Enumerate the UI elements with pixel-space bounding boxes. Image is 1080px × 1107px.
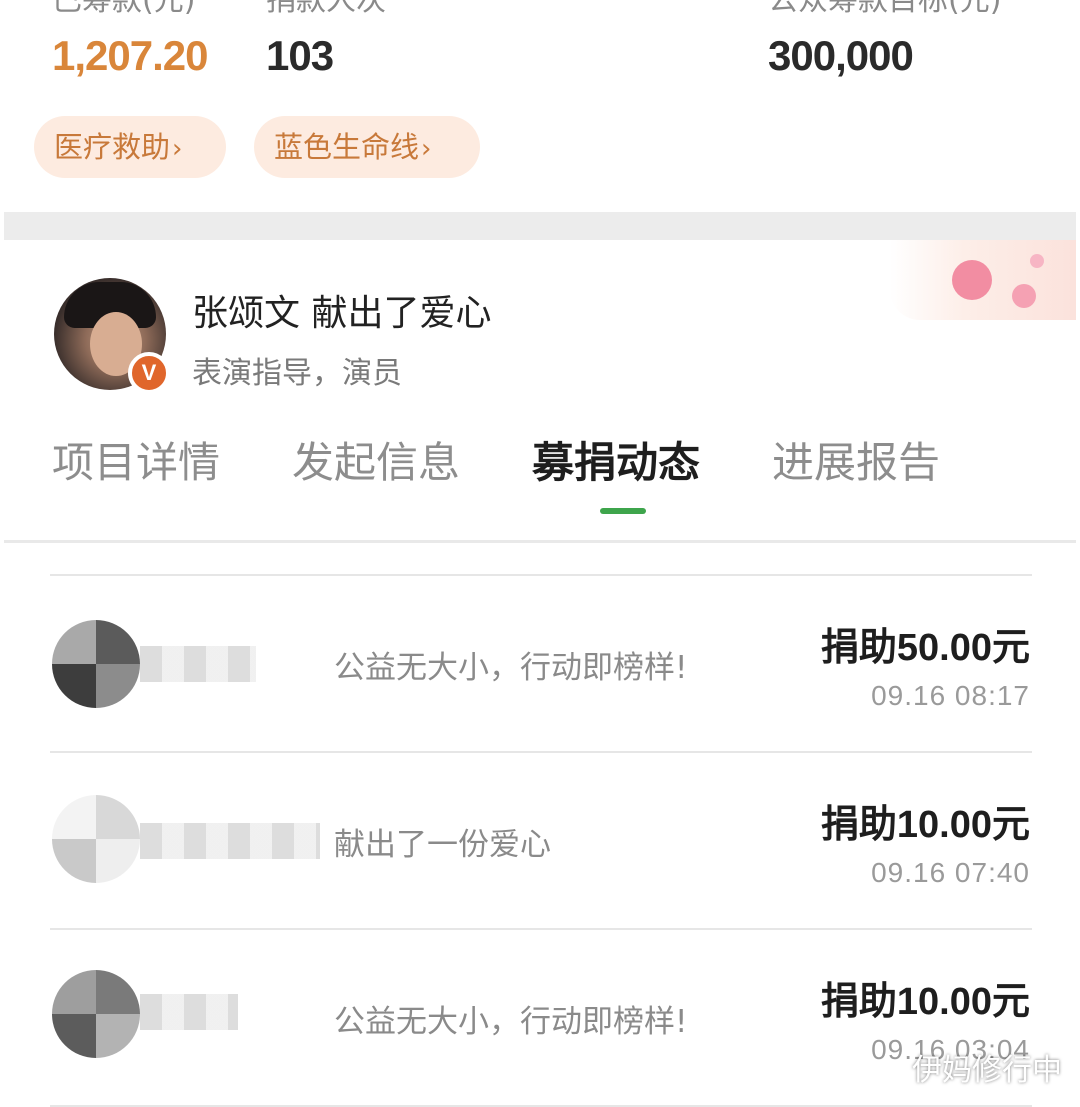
tab-initiator-info[interactable]: 发起信息 xyxy=(292,436,460,490)
donation-amount: 捐助10.00元 xyxy=(820,979,1030,1023)
tag-medical-aid[interactable]: 医疗救助› xyxy=(34,116,226,178)
tab-bar: 项目详情 发起信息 募捐动态 进展报告 xyxy=(0,436,1080,546)
verified-badge-icon: V xyxy=(128,352,170,394)
tag-blue-lifeline[interactable]: 蓝色生命线› xyxy=(254,116,480,178)
tab-project-details[interactable]: 项目详情 xyxy=(52,436,220,490)
hearts-decoration xyxy=(890,240,1076,320)
heart-icon xyxy=(952,260,992,300)
donor-name-blurred xyxy=(140,994,238,1030)
donor-name-blurred xyxy=(140,823,320,859)
chevron-right-icon: › xyxy=(421,134,432,164)
watermark: 伊妈修行中 xyxy=(912,1053,1062,1088)
donor-avatar xyxy=(52,970,140,1058)
donation-message: 公益无大小，行动即榜样! xyxy=(334,650,688,686)
tag-blue-lifeline-label: 蓝色生命线 xyxy=(274,130,420,164)
stat-target-value: 300,000 xyxy=(768,32,914,79)
heart-icon xyxy=(1030,254,1044,268)
chevron-right-icon: › xyxy=(172,134,183,164)
stat-target-label: 公众筹款目标(元) xyxy=(768,0,1002,18)
tab-donation-updates[interactable]: 募捐动态 xyxy=(532,436,700,490)
stat-donors-label: 捐款人次 xyxy=(266,0,386,18)
tab-bar-divider xyxy=(4,540,1076,543)
donation-amount: 捐助50.00元 xyxy=(820,625,1030,669)
donation-message: 公益无大小，行动即榜样! xyxy=(334,1004,688,1040)
section-divider xyxy=(4,212,1076,240)
tag-medical-aid-label: 医疗救助 xyxy=(54,130,171,164)
donor-avatar xyxy=(52,620,140,708)
list-item[interactable]: 献出了一份爱心 捐助10.00元 09.16 07:40 xyxy=(0,753,1080,929)
stat-donors-value: 103 xyxy=(266,32,334,79)
donor-name-blurred xyxy=(140,646,256,682)
celebrity-subtitle: 表演指导，演员 xyxy=(192,356,402,391)
heart-icon xyxy=(1012,284,1036,308)
active-tab-indicator xyxy=(600,508,646,514)
donation-time: 09.16 07:40 xyxy=(871,857,1030,888)
stat-raised-value: 1,207.20 xyxy=(52,32,208,79)
donor-avatar xyxy=(52,795,140,883)
celebrity-title: 张颂文 献出了爱心 xyxy=(192,293,492,334)
donation-message: 献出了一份爱心 xyxy=(334,827,551,863)
donation-time: 09.16 08:17 xyxy=(871,680,1030,711)
stat-raised-label: 已筹款(元) xyxy=(52,0,196,18)
fundraising-stats: 已筹款(元) 1,207.20 捐款人次 103 公众筹款目标(元) 300,0… xyxy=(0,0,1080,212)
celebrity-donation-card: V 张颂文 献出了爱心 表演指导，演员 项目详情 发起信息 募捐动态 进展报告 xyxy=(0,240,1080,550)
donation-amount: 捐助10.00元 xyxy=(820,802,1030,846)
list-item[interactable]: 公益无大小，行动即榜样! 捐助50.00元 09.16 08:17 xyxy=(0,576,1080,752)
tab-progress-report[interactable]: 进展报告 xyxy=(772,436,940,490)
